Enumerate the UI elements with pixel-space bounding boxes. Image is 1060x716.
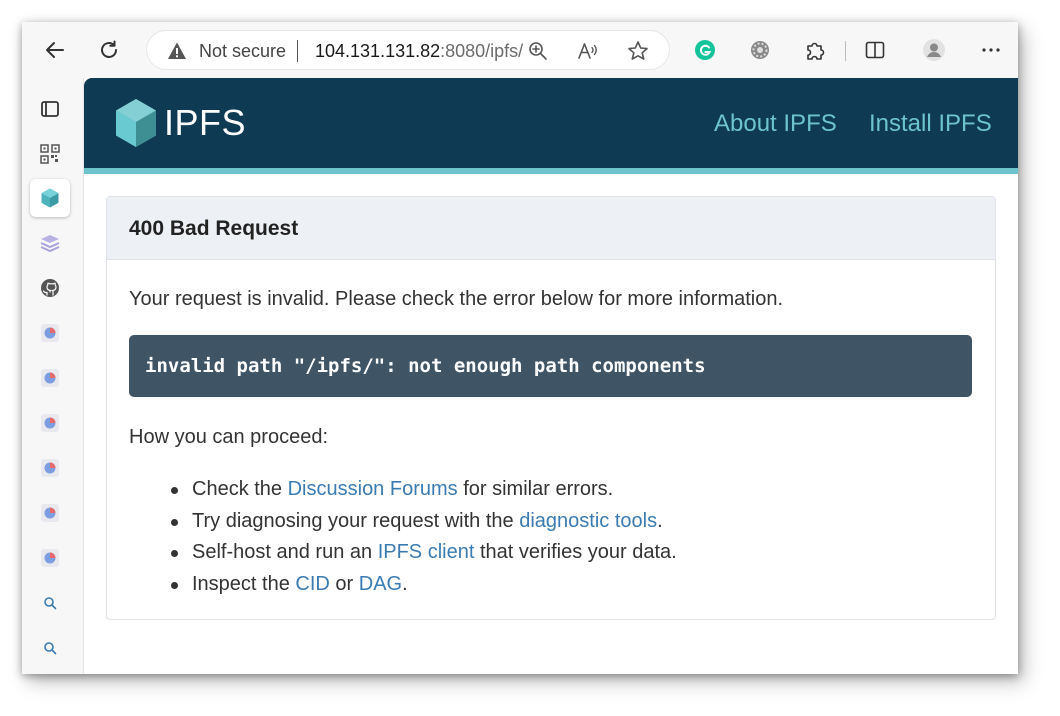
refresh-button[interactable]: [92, 33, 126, 67]
item-text: .: [657, 509, 663, 532]
discussion-forums-link[interactable]: Discussion Forums: [288, 478, 458, 500]
error-message-box: invalid path "/ipfs/": not enough path c…: [129, 335, 972, 397]
item-text: .: [402, 572, 408, 595]
error-title: 400 Bad Request: [129, 217, 299, 240]
ipfs-logo-text[interactable]: IPFS: [164, 102, 246, 144]
sidebar-stack[interactable]: [30, 224, 70, 262]
item-text: Try diagnosing your request with the: [192, 509, 520, 532]
item-text: Inspect the: [192, 572, 296, 595]
gear-extension-icon: [751, 41, 769, 59]
bullet: [171, 550, 178, 557]
refresh-icon: [101, 40, 117, 58]
extension-button[interactable]: [743, 33, 777, 67]
site-favicon-icon: [41, 459, 59, 477]
zoom-button[interactable]: [527, 40, 549, 62]
sidebar-qr-code[interactable]: [30, 135, 70, 173]
item-text: Self-host and run an: [192, 541, 378, 563]
back-arrow-icon: [46, 42, 64, 58]
error-card: 400 Bad Request Your request is invalid.…: [106, 196, 996, 620]
proceed-list: Check the Discussion Forums for similar …: [171, 477, 677, 603]
ipfs-client-link[interactable]: IPFS client: [378, 541, 475, 563]
bullet: [171, 581, 178, 589]
list-item: Try diagnosing your request with the dia…: [171, 509, 677, 541]
sidebar-search-1[interactable]: [30, 584, 70, 622]
github-icon: [41, 279, 59, 297]
site-favicon-icon: [41, 414, 59, 432]
more-icon: [982, 48, 1000, 52]
card-header: 400 Bad Request: [107, 197, 995, 260]
proceed-heading: How you can proceed:: [129, 426, 329, 448]
sidebar-site-1[interactable]: [30, 314, 70, 352]
sidebar-github[interactable]: [30, 269, 70, 307]
sidebar-site-4[interactable]: [30, 449, 70, 487]
layers-icon: [40, 235, 60, 253]
sidebar-site-5[interactable]: [30, 494, 70, 532]
header-accent-bar: [84, 168, 1018, 174]
split-screen-icon: [865, 41, 885, 59]
error-message: invalid path "/ipfs/": not enough path c…: [145, 355, 706, 377]
ipfs-cube-icon: [41, 188, 59, 208]
star-icon: [628, 41, 648, 60]
site-favicon-icon: [41, 549, 59, 567]
ipfs-header: IPFS About IPFS Install IPFS: [84, 78, 1018, 174]
item-text: Check the: [192, 478, 288, 500]
browser-sidebar: [22, 78, 84, 674]
diagnostic-tools-link[interactable]: diagnostic tools: [519, 510, 657, 532]
bullet: [171, 518, 178, 526]
page-content: IPFS About IPFS Install IPFS 400 Bad Req…: [84, 78, 1018, 674]
favorite-button[interactable]: [627, 40, 649, 62]
qr-code-icon: [40, 144, 60, 164]
url-text[interactable]: 104.131.131.82:8080/ipfs/: [315, 41, 523, 61]
error-description: Your request is invalid. Please check th…: [129, 288, 784, 310]
search-icon: [44, 597, 57, 610]
list-item: Self-host and run an IPFS client that ve…: [171, 540, 677, 572]
grammarly-icon: [695, 40, 715, 60]
sidebar-tab-actions[interactable]: [30, 90, 70, 128]
extensions-button[interactable]: [798, 33, 832, 67]
sidebar-site-2[interactable]: [30, 359, 70, 397]
search-icon: [44, 642, 57, 655]
sidebar-ipfs-active[interactable]: [30, 179, 70, 217]
dag-link[interactable]: DAG: [359, 573, 402, 595]
item-text: that verifies your data.: [474, 541, 677, 563]
ipfs-logo-icon[interactable]: [114, 98, 158, 148]
nav-install-ipfs[interactable]: Install IPFS: [869, 110, 992, 138]
list-item: Inspect the CID or DAG.: [171, 572, 677, 604]
item-text: for similar errors.: [457, 478, 614, 500]
not-secure-label[interactable]: Not secure: [199, 41, 286, 61]
puzzle-icon: [807, 42, 825, 60]
address-bar[interactable]: Not secure 104.131.131.82:8080/ipfs/: [146, 30, 670, 70]
browser-toolbar: Not secure 104.131.131.82:8080/ipfs/: [22, 22, 1018, 78]
avatar-icon: [923, 39, 945, 61]
list-item: Check the Discussion Forums for similar …: [171, 477, 677, 509]
site-favicon-icon: [41, 504, 59, 522]
sidebar-site-6[interactable]: [30, 539, 70, 577]
more-menu-button[interactable]: [974, 33, 1008, 67]
omnibox-separator: [297, 40, 298, 62]
sidebar-site-3[interactable]: [30, 404, 70, 442]
warning-icon: [168, 42, 186, 59]
split-screen-button[interactable]: [858, 33, 892, 67]
profile-button[interactable]: [917, 33, 951, 67]
read-aloud-icon: [578, 43, 597, 59]
sidebar-search-2[interactable]: [30, 629, 70, 667]
tab-actions-icon: [41, 101, 59, 117]
bullet: [171, 487, 178, 494]
browser-window: Not secure 104.131.131.82:8080/ipfs/ IPF…: [22, 22, 1018, 674]
url-host: 104.131.131.82: [315, 41, 441, 61]
zoom-in-icon: [529, 42, 547, 60]
url-path: :8080/ipfs/: [440, 41, 524, 61]
site-favicon-icon: [41, 369, 59, 387]
read-aloud-button[interactable]: [577, 40, 599, 62]
toolbar-divider: [845, 41, 846, 61]
nav-about-ipfs[interactable]: About IPFS: [714, 110, 837, 138]
cid-link[interactable]: CID: [295, 573, 329, 595]
grammarly-extension-button[interactable]: [688, 33, 722, 67]
site-favicon-icon: [41, 324, 59, 342]
back-button[interactable]: [38, 33, 72, 67]
item-text: or: [329, 572, 359, 595]
